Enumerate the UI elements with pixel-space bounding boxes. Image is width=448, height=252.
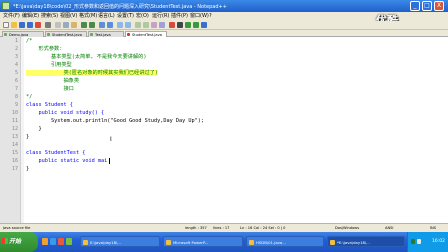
line-number: 5	[14, 70, 18, 76]
undo-icon[interactable]	[81, 22, 87, 28]
line-number: 7	[14, 86, 18, 92]
mouse-ibeam-cursor: I	[110, 136, 112, 143]
menu-help[interactable]: ?	[209, 12, 212, 21]
text-caret	[109, 158, 110, 164]
indent-guide-icon[interactable]	[159, 22, 165, 28]
tab-bar: Demo.java StudentTest.java Test.java Stu…	[0, 30, 448, 37]
code-editor[interactable]: 1 2 3 4 5 6 7 8 9 10 11 12 13 14 15 16 1…	[0, 37, 448, 223]
taskbar-item-powerpoint[interactable]: Microsoft PowerP...	[163, 236, 243, 247]
notepadpp-icon	[2, 2, 10, 10]
quicklaunch-explorer-icon[interactable]	[42, 238, 48, 245]
record-macro-icon[interactable]	[169, 22, 175, 28]
tray-network-icon[interactable]	[411, 239, 415, 244]
line-number: 12	[11, 126, 18, 132]
code-line: }	[26, 126, 42, 132]
maximize-button[interactable]: □	[422, 1, 432, 11]
code-line: */	[26, 94, 33, 100]
line-number: 17	[11, 166, 18, 172]
sync-scroll-icon[interactable]	[135, 22, 141, 28]
start-button[interactable]: 开始	[0, 232, 38, 252]
close-file-icon[interactable]	[35, 22, 41, 28]
taskbar-item-explorer[interactable]: E:\java\day18\...	[80, 236, 160, 247]
taskbar-item-notepadpp[interactable]: *E:\java\day18\...	[327, 236, 405, 247]
play-macro-icon[interactable]	[185, 22, 191, 28]
close-button[interactable]: X	[434, 1, 444, 11]
window-title: *E:\java\day18\code\02_形式参数和返回值的问题深入研究\S…	[13, 4, 227, 10]
word-wrap-icon[interactable]	[143, 22, 149, 28]
menu-plugins[interactable]: 插件(P)	[171, 12, 188, 21]
taskbar-item-hsdb[interactable]: HSDB\01-java...	[246, 236, 324, 247]
code-line-text: 类(匿名对象的时候其实我们已经讲过了)	[26, 70, 158, 76]
code-line: public void study() {	[26, 110, 105, 116]
quicklaunch-ie-icon[interactable]	[50, 238, 56, 245]
open-file-icon[interactable]	[11, 22, 17, 28]
replace-icon[interactable]	[107, 22, 113, 28]
show-all-chars-icon[interactable]	[151, 22, 157, 28]
code-line: 引用类型	[26, 62, 72, 68]
zoom-out-icon[interactable]	[125, 22, 131, 28]
tray-volume-icon[interactable]	[417, 239, 421, 244]
code-line: System.out.println("Good Good Study,Day …	[26, 118, 205, 124]
save-macro-icon[interactable]	[201, 22, 207, 28]
line-number: 1	[14, 38, 18, 44]
menu-run[interactable]: 运行(R)	[152, 12, 169, 21]
menu-format[interactable]: 格式(M)	[79, 12, 97, 21]
menu-settings[interactable]: 设置(T)	[117, 12, 134, 21]
minimize-button[interactable]: _	[410, 1, 420, 11]
save-all-icon[interactable]	[27, 22, 33, 28]
system-tray: 16:02	[407, 232, 448, 252]
menu-search[interactable]: 搜索(S)	[41, 12, 58, 21]
code-line: }	[26, 134, 30, 140]
code-line: 基本类型(太简单, 不是我今天要讲解的)	[26, 54, 147, 60]
code-line: class StudentTest {	[26, 150, 86, 156]
menu-macro[interactable]: 宏(O)	[136, 12, 149, 21]
code-line-current: public static void mai	[26, 158, 108, 164]
line-number: 6	[14, 78, 18, 84]
line-number: 2	[14, 46, 18, 52]
status-bar: Java source file length : 357 lines : 17…	[0, 223, 448, 232]
quicklaunch-app-icon[interactable]	[66, 238, 72, 245]
menu-language[interactable]: 语言(L)	[98, 12, 115, 21]
code-line: 抽象类	[26, 78, 80, 84]
code-line: 接口	[26, 86, 74, 92]
line-number: 13	[11, 134, 18, 140]
taskbar: 开始 E:\java\day18\... Microsoft PowerP...…	[0, 232, 448, 252]
menu-file[interactable]: 文件(F)	[3, 12, 20, 21]
code-line: 形式参数:	[26, 46, 63, 52]
save-icon[interactable]	[19, 22, 25, 28]
code-line-highlighted: 类(匿名对象的时候其实我们已经讲过了)	[26, 69, 158, 77]
line-number: 10	[11, 110, 18, 116]
fold-margin[interactable]	[21, 37, 24, 223]
zoom-in-icon[interactable]	[117, 22, 123, 28]
line-number: 3	[14, 54, 18, 60]
new-file-icon[interactable]	[3, 22, 9, 28]
code-line: }	[26, 166, 30, 172]
line-number: 16	[11, 158, 18, 164]
copy-icon[interactable]	[63, 22, 69, 28]
line-number: 9	[14, 102, 18, 108]
find-icon[interactable]	[99, 22, 105, 28]
line-number: 4	[14, 62, 18, 68]
code-line: class Student {	[26, 102, 73, 108]
run-macro-multiple-icon[interactable]	[193, 22, 199, 28]
stop-macro-icon[interactable]	[177, 22, 183, 28]
paste-icon[interactable]	[71, 22, 77, 28]
quicklaunch-media-icon[interactable]	[58, 238, 64, 245]
redo-icon[interactable]	[89, 22, 95, 28]
menu-window[interactable]: 窗口(W)	[190, 12, 209, 21]
line-number: 11	[11, 118, 18, 124]
code-line: /*	[26, 38, 33, 44]
cut-icon[interactable]	[55, 22, 61, 28]
toolbar	[0, 21, 448, 30]
line-number: 14	[11, 142, 18, 148]
menu-edit[interactable]: 编辑(E)	[22, 12, 39, 21]
line-number: 15	[11, 150, 18, 156]
clock[interactable]: 16:02	[432, 239, 445, 244]
print-icon[interactable]	[45, 22, 51, 28]
line-number: 8	[14, 94, 18, 100]
title-bar: *E:\java\day18\code\02_形式参数和返回值的问题深入研究\S…	[0, 0, 448, 12]
menu-view[interactable]: 视图(V)	[60, 12, 77, 21]
